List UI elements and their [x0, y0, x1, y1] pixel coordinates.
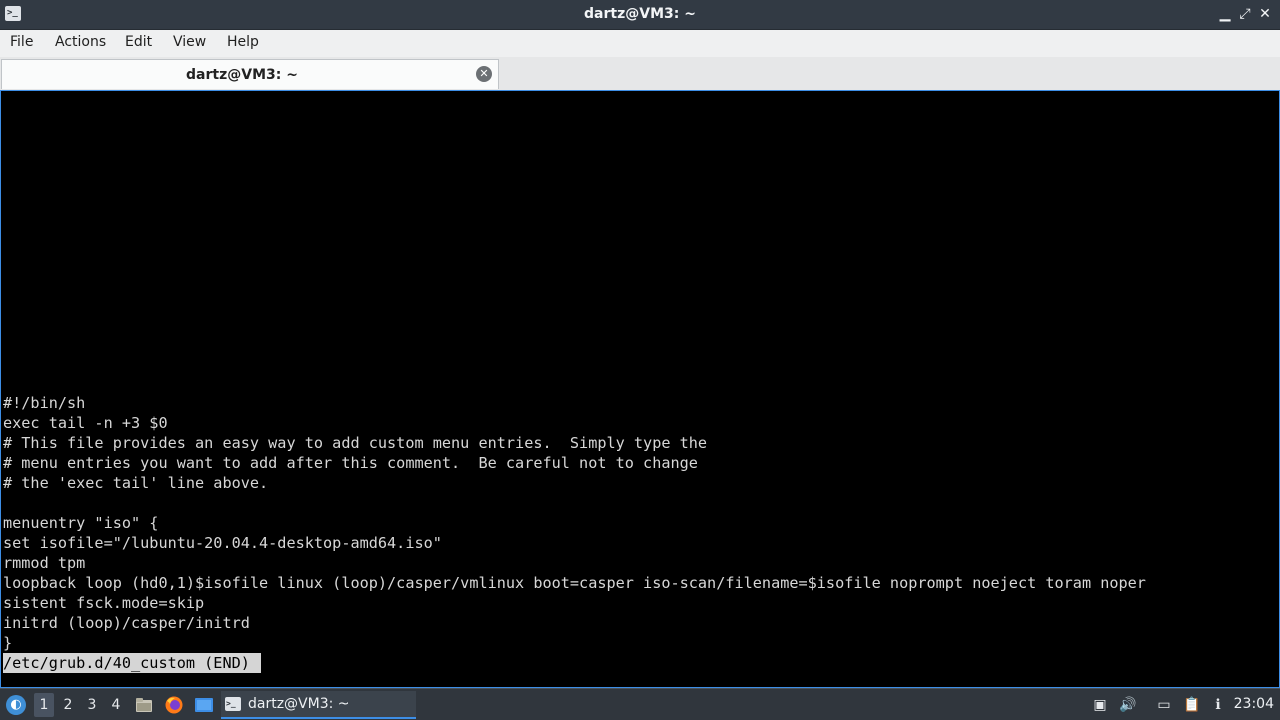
task-label: dartz@VM3: ~ [248, 696, 350, 712]
terminal-line: #!/bin/sh [3, 394, 86, 412]
clock[interactable]: 23:04 [1234, 696, 1274, 712]
terminal-icon: >_ [225, 697, 241, 711]
terminal-line: loopback loop (hd0,1)$isofile linux (loo… [3, 574, 1146, 592]
menu-help[interactable]: Help [224, 34, 262, 50]
menu-view[interactable]: View [170, 34, 209, 50]
terminal-line: # the 'exec tail' line above. [3, 474, 269, 492]
screen-icon[interactable]: ▣ [1090, 695, 1110, 715]
close-tab-icon[interactable]: ✕ [476, 66, 492, 82]
desktop-2[interactable]: 2 [58, 693, 78, 717]
menu-actions[interactable]: Actions [52, 34, 109, 50]
clipboard-icon[interactable]: 📋 [1182, 695, 1202, 715]
menu-bar: File Actions Edit View Help [0, 30, 1280, 57]
tab-label: dartz@VM3: ~ [186, 67, 298, 83]
firefox-icon[interactable] [164, 695, 184, 715]
maximize-icon[interactable]: ⤢ [1236, 5, 1254, 23]
desktop-1[interactable]: 1 [34, 693, 54, 717]
terminal-line: rmmod tpm [3, 554, 86, 572]
update-icon[interactable]: ℹ [1208, 695, 1228, 715]
tab-terminal[interactable]: dartz@VM3: ~ ✕ [1, 59, 499, 89]
terminal-view[interactable]: #!/bin/sh exec tail -n +3 $0 # This file… [0, 90, 1280, 688]
taskbar-task-terminal[interactable]: >_ dartz@VM3: ~ [221, 691, 416, 719]
volume-icon[interactable]: 🔊 [1118, 695, 1138, 715]
window-title: dartz@VM3: ~ [584, 6, 696, 22]
terminal-line: } [3, 634, 13, 652]
terminal-line: sistent fsck.mode=skip [3, 594, 205, 612]
terminal-line: # menu entries you want to add after thi… [3, 454, 698, 472]
desktop-4[interactable]: 4 [106, 693, 126, 717]
terminal-line: menuentry "iso" { [3, 514, 159, 532]
pager-status: /etc/grub.d/40_custom (END) [3, 653, 262, 673]
show-desktop-icon[interactable] [194, 695, 214, 715]
desktop-3[interactable]: 3 [82, 693, 102, 717]
network-icon[interactable]: ▭ [1154, 695, 1174, 715]
lubuntu-menu-icon[interactable]: ◐ [6, 695, 26, 715]
terminal-line: # This file provides an easy way to add … [3, 434, 708, 452]
tab-bar: dartz@VM3: ~ ✕ [0, 57, 1280, 91]
minimize-icon[interactable]: ▁ [1216, 5, 1234, 23]
terminal-line: exec tail -n +3 $0 [3, 414, 168, 432]
taskbar: ◐ 1 2 3 4 >_ dartz@VM3: ~ ▣ 🔊 ▭ 📋 ℹ 23:0… [0, 688, 1280, 720]
terminal-line: set isofile="/lubuntu-20.04.4-desktop-am… [3, 534, 442, 552]
file-manager-icon[interactable] [134, 695, 154, 715]
title-bar: >_ dartz@VM3: ~ ▁ ⤢ ✕ [0, 0, 1280, 30]
terminal-output: #!/bin/sh exec tail -n +3 $0 # This file… [3, 393, 1146, 653]
menu-file[interactable]: File [7, 34, 36, 50]
terminal-line: initrd (loop)/casper/initrd [3, 614, 250, 632]
menu-edit[interactable]: Edit [122, 34, 155, 50]
close-icon[interactable]: ✕ [1256, 5, 1274, 23]
